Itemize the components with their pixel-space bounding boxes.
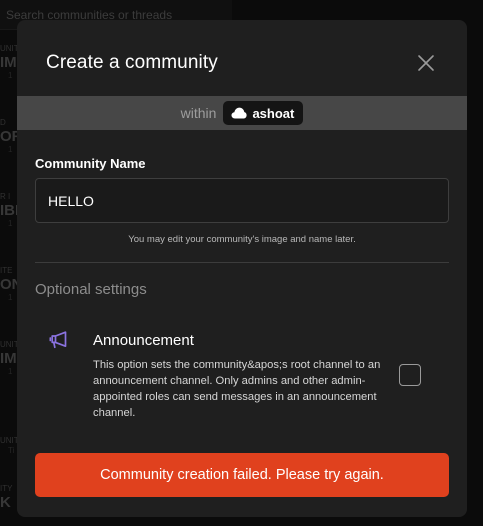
announcement-checkbox[interactable] — [399, 364, 421, 386]
close-icon — [418, 55, 434, 71]
community-name-label: Community Name — [35, 156, 146, 171]
megaphone-icon — [49, 331, 67, 349]
announcement-title: Announcement — [93, 332, 194, 349]
community-name-input[interactable] — [35, 178, 449, 223]
modal-title: Create a community — [46, 52, 218, 73]
helper-text: You may edit your community's image and … — [128, 234, 356, 245]
create-community-modal: Create a community within ashoat Communi… — [17, 20, 467, 517]
optional-settings-heading: Optional settings — [35, 281, 147, 298]
parent-community-bar: within ashoat — [17, 96, 467, 130]
parent-community-chip: ashoat — [223, 101, 304, 125]
within-label: within — [180, 105, 217, 121]
section-divider — [35, 262, 449, 263]
parent-community-name: ashoat — [252, 105, 295, 121]
announcement-description: This option sets the community&apos;s ro… — [93, 359, 381, 419]
create-community-button[interactable]: Community creation failed. Please try ag… — [35, 453, 449, 497]
close-button[interactable] — [417, 54, 435, 72]
modal-header: Create a community — [17, 20, 467, 96]
cloud-icon — [231, 107, 248, 119]
